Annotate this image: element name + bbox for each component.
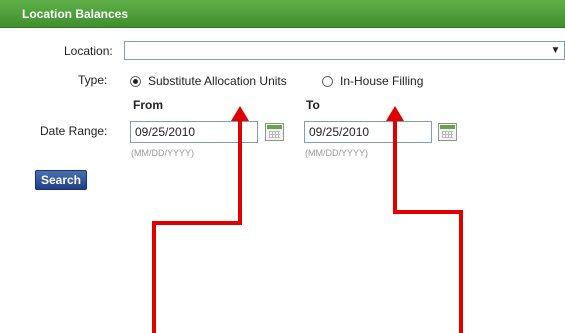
annotation-arrows [152,106,463,333]
red-arrow-icon [386,106,463,333]
red-arrow-icon [152,106,249,333]
